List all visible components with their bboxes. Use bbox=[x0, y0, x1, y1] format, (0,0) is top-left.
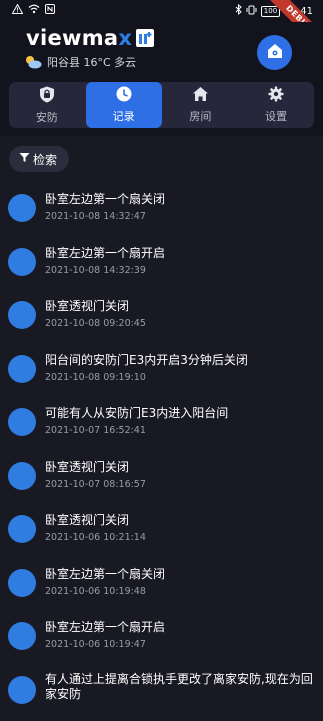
record-title: 可能有人从安防门E3内进入阳台间 bbox=[45, 404, 315, 421]
tab-security[interactable]: 安防 bbox=[9, 82, 85, 128]
filter-icon bbox=[19, 152, 30, 166]
list-item[interactable]: 卧室左边第一个扇关闭 2021-10-08 14:32:47 bbox=[0, 186, 323, 240]
list-item[interactable]: 卧室左边第一个扇关闭 2021-10-06 10:19:48 bbox=[0, 561, 323, 615]
record-time: 2021-10-08 14:32:47 bbox=[45, 211, 146, 222]
list-item[interactable]: 卧室透视门关闭 2021-10-07 08:16:57 bbox=[0, 454, 323, 508]
brand-badge-icon bbox=[136, 29, 154, 47]
partly-cloudy-icon bbox=[24, 55, 42, 69]
list-item[interactable]: 卧室左边第一个扇开启 2021-10-06 10:19:47 bbox=[0, 614, 323, 668]
tab-bar: 安防 记录 房间 设置 bbox=[9, 82, 314, 128]
event-dot-icon bbox=[8, 408, 36, 436]
tab-rooms[interactable]: 房间 bbox=[163, 82, 239, 128]
record-title: 阳台间的安防门E3内开启3分钟后关闭 bbox=[45, 351, 315, 368]
event-dot-icon bbox=[8, 676, 36, 704]
brand-logo: viewmax bbox=[26, 26, 154, 50]
tab-records[interactable]: 记录 bbox=[86, 82, 162, 128]
shield-lock-icon bbox=[39, 86, 55, 106]
clock-icon bbox=[116, 86, 132, 105]
record-time: 2021-10-06 10:19:47 bbox=[45, 639, 146, 650]
record-title: 有人通过上提离合锁执手更改了离家安防,现在为回家安防 bbox=[45, 672, 315, 702]
tab-records-label: 记录 bbox=[113, 108, 135, 124]
status-bar: 100 15:41 DEBUG bbox=[0, 0, 323, 22]
warning-icon bbox=[12, 4, 23, 18]
event-dot-icon bbox=[8, 194, 36, 222]
record-time: 2021-10-08 09:19:10 bbox=[45, 372, 146, 383]
home-settings-icon bbox=[266, 42, 284, 64]
tab-settings-label: 设置 bbox=[265, 108, 287, 124]
filter-label: 检索 bbox=[33, 151, 57, 168]
list-item[interactable]: 卧室左边第一个扇开启 2021-10-08 14:32:39 bbox=[0, 240, 323, 294]
list-item[interactable]: 阳台间的安防门E3内开启3分钟后关闭 2021-10-08 09:19:10 bbox=[0, 347, 323, 401]
event-dot-icon bbox=[8, 462, 36, 490]
record-title: 卧室透视门关闭 bbox=[45, 297, 315, 314]
event-dot-icon bbox=[8, 248, 36, 276]
record-title: 卧室左边第一个扇开启 bbox=[45, 618, 315, 635]
record-time: 2021-10-08 14:32:39 bbox=[45, 265, 146, 276]
list-item[interactable]: 卧室透视门关闭 2021-10-06 10:21:14 bbox=[0, 507, 323, 561]
brand-text-x: x bbox=[118, 26, 132, 50]
weather-text: 阳谷县 16°C 多云 bbox=[47, 54, 136, 70]
weather-info: 阳谷县 16°C 多云 bbox=[24, 54, 136, 70]
list-item[interactable]: 卧室透视门关闭 2021-10-08 09:20:45 bbox=[0, 293, 323, 347]
event-dot-icon bbox=[8, 622, 36, 650]
record-list: 卧室左边第一个扇关闭 2021-10-08 14:32:47 卧室左边第一个扇开… bbox=[0, 186, 323, 721]
vibrate-icon bbox=[246, 5, 257, 19]
home-settings-button[interactable] bbox=[257, 35, 292, 70]
filter-button[interactable]: 检索 bbox=[9, 146, 69, 172]
event-dot-icon bbox=[8, 355, 36, 383]
bluetooth-icon bbox=[235, 4, 242, 19]
home-icon bbox=[192, 86, 209, 105]
record-time: 2021-10-06 10:21:14 bbox=[45, 532, 146, 543]
record-time: 2021-10-08 09:20:45 bbox=[45, 318, 146, 329]
record-title: 卧室左边第一个扇关闭 bbox=[45, 565, 315, 582]
list-item[interactable]: 有人通过上提离合锁执手更改了离家安防,现在为回家安防 bbox=[0, 668, 323, 721]
list-item[interactable]: 可能有人从安防门E3内进入阳台间 2021-10-07 16:52:41 bbox=[0, 400, 323, 454]
event-dot-icon bbox=[8, 301, 36, 329]
gear-icon bbox=[268, 86, 284, 105]
nfc-icon bbox=[45, 4, 55, 18]
tab-security-label: 安防 bbox=[36, 109, 58, 125]
records-content: 检索 卧室左边第一个扇关闭 2021-10-08 14:32:47 卧室左边第一… bbox=[0, 136, 323, 700]
tab-settings[interactable]: 设置 bbox=[238, 82, 314, 128]
record-title: 卧室透视门关闭 bbox=[45, 511, 315, 528]
record-time: 2021-10-07 08:16:57 bbox=[45, 479, 146, 490]
record-title: 卧室透视门关闭 bbox=[45, 458, 315, 475]
tab-bar-container: 安防 记录 房间 设置 bbox=[0, 78, 323, 136]
record-title: 卧室左边第一个扇开启 bbox=[45, 244, 315, 261]
event-dot-icon bbox=[8, 515, 36, 543]
event-dot-icon bbox=[8, 569, 36, 597]
brand-text: viewma bbox=[26, 26, 118, 50]
tab-rooms-label: 房间 bbox=[189, 108, 211, 124]
record-time: 2021-10-06 10:19:48 bbox=[45, 586, 146, 597]
record-title: 卧室左边第一个扇关闭 bbox=[45, 190, 315, 207]
record-time: 2021-10-07 16:52:41 bbox=[45, 425, 146, 436]
wifi-icon bbox=[28, 4, 40, 18]
app-header: viewmax 阳谷县 16°C 多云 bbox=[0, 22, 323, 78]
